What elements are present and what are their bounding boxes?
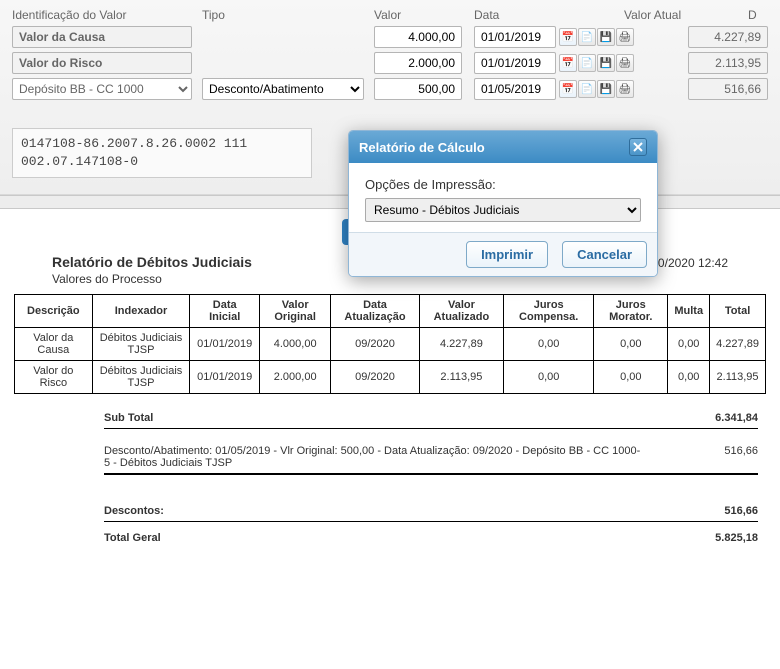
report-cell: 01/01/2019: [190, 327, 260, 360]
report-cell: 0,00: [504, 360, 594, 393]
valor-input[interactable]: [374, 26, 462, 48]
report-cell: 01/01/2019: [190, 360, 260, 393]
value-rows: 📅 📄 💾 🖨 📅 📄 💾 🖨 Depósito BB - CC 1000 De…: [12, 26, 768, 100]
report-cell: Valor da Causa: [15, 327, 93, 360]
report-column-header: Data Atualização: [331, 294, 419, 327]
action-icon-3[interactable]: 🖨: [616, 28, 634, 46]
discount-description: Desconto/Abatimento: 01/05/2019 - Vlr Or…: [104, 445, 758, 469]
report-body: Valor da CausaDébitos Judiciais TJSP01/0…: [15, 327, 766, 393]
report-column-header: Valor Atualizado: [419, 294, 504, 327]
report-column-header: Indexador: [92, 294, 190, 327]
code-line-2: 002.07.147108-0: [21, 153, 303, 171]
data-input[interactable]: [474, 78, 556, 100]
action-icon-1[interactable]: 📄: [578, 80, 596, 98]
dialog-close-button[interactable]: [629, 138, 647, 156]
header-valor: Valor: [374, 8, 474, 22]
discount-amount: 516,66: [724, 445, 758, 469]
dialog-titlebar: Relatório de Cálculo: [349, 131, 657, 163]
descontos-value: 516,66: [724, 505, 758, 517]
action-icon-2[interactable]: 💾: [597, 54, 615, 72]
header-tipo: Tipo: [202, 8, 374, 22]
report-cell: 4.000,00: [260, 327, 331, 360]
close-icon: [633, 142, 643, 152]
total-geral-label: Total Geral: [104, 532, 161, 544]
tipo-select[interactable]: Desconto/Abatimento: [202, 78, 364, 100]
data-input[interactable]: [474, 52, 556, 74]
action-icon-3[interactable]: 🖨: [616, 80, 634, 98]
subtotal-row: Sub Total 6.341,84: [104, 408, 758, 429]
report-column-header: Juros Compensa.: [504, 294, 594, 327]
report-cell: 4.227,89: [419, 327, 504, 360]
report-cell: 0,00: [594, 327, 668, 360]
action-icon-3[interactable]: 🖨: [616, 54, 634, 72]
report-data-row: Valor da CausaDébitos Judiciais TJSP01/0…: [15, 327, 766, 360]
header-data: Data: [474, 8, 624, 22]
valor-atual-input: [688, 26, 768, 48]
action-icon-2[interactable]: 💾: [597, 80, 615, 98]
header-valor-atual: Valor Atual: [624, 8, 748, 22]
report-table: DescriçãoIndexadorData InicialValor Orig…: [14, 294, 766, 394]
subtotal-value: 6.341,84: [715, 412, 758, 424]
report-column-header: Multa: [668, 294, 710, 327]
report-data-row: Valor do RiscoDébitos Judiciais TJSP01/0…: [15, 360, 766, 393]
descontos-label: Descontos:: [104, 505, 164, 517]
descontos-row: Descontos: 516,66: [104, 501, 758, 522]
report-column-header: Data Inicial: [190, 294, 260, 327]
valor-input[interactable]: [374, 78, 462, 100]
subtotal-label: Sub Total: [104, 412, 153, 424]
report-cell: 2.000,00: [260, 360, 331, 393]
process-codes-box[interactable]: 0147108-86.2007.8.26.0002 111 002.07.147…: [12, 128, 312, 178]
column-headers: Identificação do Valor Tipo Valor Data V…: [12, 8, 768, 22]
valor-input[interactable]: [374, 52, 462, 74]
action-icon-2[interactable]: 💾: [597, 28, 615, 46]
header-identificacao: Identificação do Valor: [12, 8, 202, 22]
report-cell: 09/2020: [331, 327, 419, 360]
report-cell: Valor do Risco: [15, 360, 93, 393]
report-dialog: Relatório de Cálculo Opções de Impressão…: [348, 130, 658, 277]
report-column-header: Juros Morator.: [594, 294, 668, 327]
report-cell: 2.113,95: [419, 360, 504, 393]
report-column-header: Descrição: [15, 294, 93, 327]
header-d: D: [748, 8, 768, 22]
identificacao-input[interactable]: [12, 26, 192, 48]
action-icon-1[interactable]: 📄: [578, 28, 596, 46]
data-input[interactable]: [474, 26, 556, 48]
report-title: Relatório de Débitos Judiciais: [52, 254, 252, 270]
calendar-icon[interactable]: 📅: [559, 54, 577, 72]
cancel-button[interactable]: Cancelar: [562, 241, 647, 268]
value-row: 📅 📄 💾 🖨: [12, 26, 768, 48]
identificacao-select[interactable]: Depósito BB - CC 1000: [12, 78, 192, 100]
code-line-1: 0147108-86.2007.8.26.0002 111: [21, 135, 303, 153]
dialog-option-label: Opções de Impressão:: [365, 177, 641, 192]
valor-atual-input: [688, 78, 768, 100]
report-cell: 0,00: [668, 360, 710, 393]
print-button[interactable]: Imprimir: [466, 241, 548, 268]
identificacao-input[interactable]: [12, 52, 192, 74]
calendar-icon[interactable]: 📅: [559, 80, 577, 98]
dialog-title-text: Relatório de Cálculo: [359, 140, 485, 155]
print-options-select[interactable]: Resumo - Débitos Judiciais: [365, 198, 641, 222]
total-geral-value: 5.825,18: [715, 532, 758, 544]
report-cell: 4.227,89: [710, 327, 766, 360]
report-cell: Débitos Judiciais TJSP: [92, 327, 190, 360]
report-column-header: Valor Original: [260, 294, 331, 327]
total-geral-row: Total Geral 5.825,18: [104, 528, 758, 548]
discount-text: Desconto/Abatimento: 01/05/2019 - Vlr Or…: [104, 445, 644, 469]
value-row: Depósito BB - CC 1000 Desconto/Abatiment…: [12, 78, 768, 100]
report-cell: 0,00: [504, 327, 594, 360]
report-cell: 09/2020: [331, 360, 419, 393]
value-row: 📅 📄 💾 🖨: [12, 52, 768, 74]
valor-atual-input: [688, 52, 768, 74]
calendar-icon[interactable]: 📅: [559, 28, 577, 46]
report-header-row: DescriçãoIndexadorData InicialValor Orig…: [15, 294, 766, 327]
report-column-header: Total: [710, 294, 766, 327]
report-cell: 0,00: [594, 360, 668, 393]
action-icon-1[interactable]: 📄: [578, 54, 596, 72]
report-cell: 0,00: [668, 327, 710, 360]
report-cell: 2.113,95: [710, 360, 766, 393]
report-cell: Débitos Judiciais TJSP: [92, 360, 190, 393]
